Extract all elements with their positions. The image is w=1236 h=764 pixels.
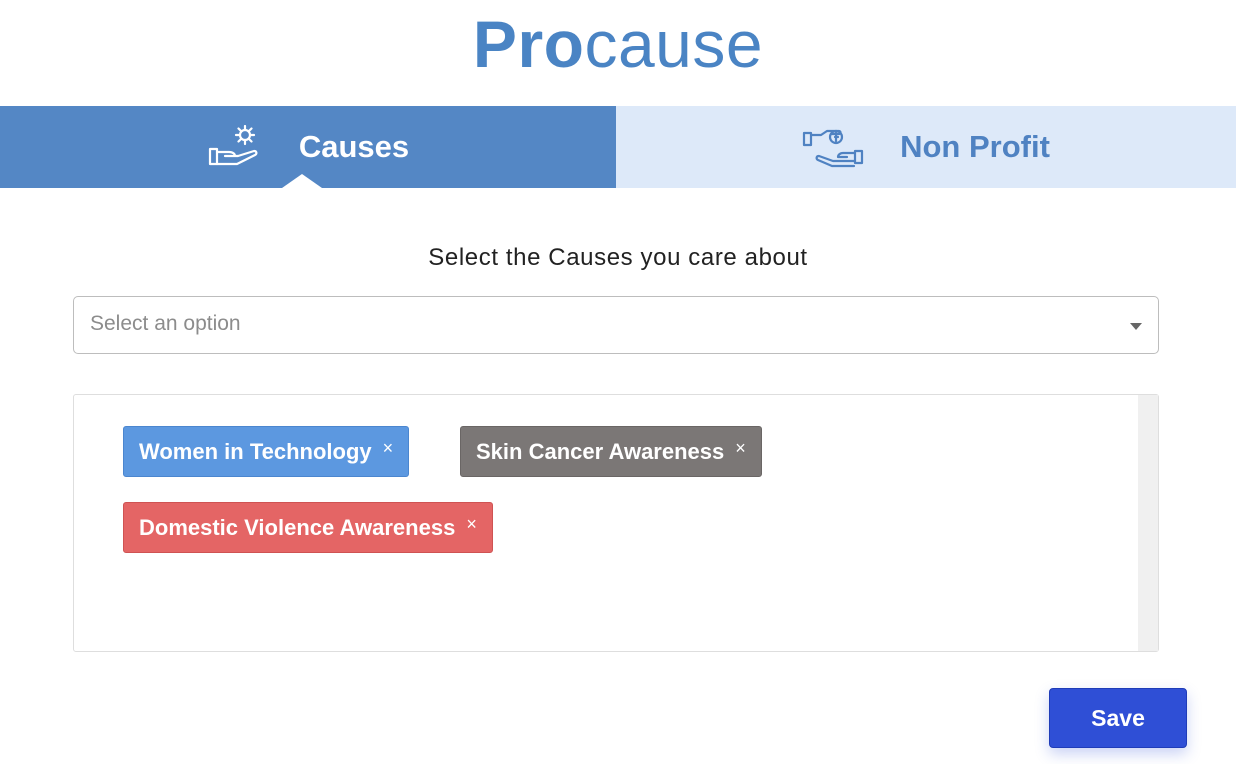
tab-non-profit[interactable]: Non Profit — [616, 106, 1236, 188]
chip-remove-icon[interactable]: × — [383, 438, 394, 459]
brand-logo: Procause — [0, 6, 1236, 82]
hand-with-money-icon — [802, 125, 864, 169]
tab-bar: Causes Non Profit — [0, 106, 1236, 188]
chip-label: Domestic Violence Awareness — [139, 514, 456, 540]
cause-select[interactable]: Select an option — [73, 296, 1159, 354]
dropdown-caret-icon[interactable] — [1130, 323, 1142, 330]
tab-non-profit-label: Non Profit — [900, 129, 1050, 164]
chip-women-in-technology: Women in Technology × — [123, 426, 410, 477]
save-button[interactable]: Save — [1049, 688, 1187, 748]
chip-domestic-violence-awareness: Domestic Violence Awareness × — [123, 502, 493, 553]
chip-remove-icon[interactable]: × — [735, 438, 746, 459]
logo-bold-text: Pro — [472, 7, 585, 81]
tab-causes[interactable]: Causes — [0, 106, 616, 188]
chip-label: Skin Cancer Awareness — [476, 438, 725, 464]
chip-skin-cancer-awareness: Skin Cancer Awareness × — [460, 426, 762, 477]
tab-causes-label: Causes — [298, 129, 410, 164]
chip-remove-icon[interactable]: × — [466, 514, 477, 535]
hand-with-gear-icon — [207, 125, 263, 169]
selected-causes-box: Women in Technology × Skin Cancer Awaren… — [73, 394, 1159, 652]
scrollbar-track[interactable] — [1138, 395, 1158, 651]
causes-prompt: Select the Causes you care about — [428, 244, 808, 271]
chip-label: Women in Technology — [139, 438, 372, 464]
select-placeholder: Select an option — [90, 312, 241, 335]
logo-light-text: cause — [584, 7, 764, 81]
